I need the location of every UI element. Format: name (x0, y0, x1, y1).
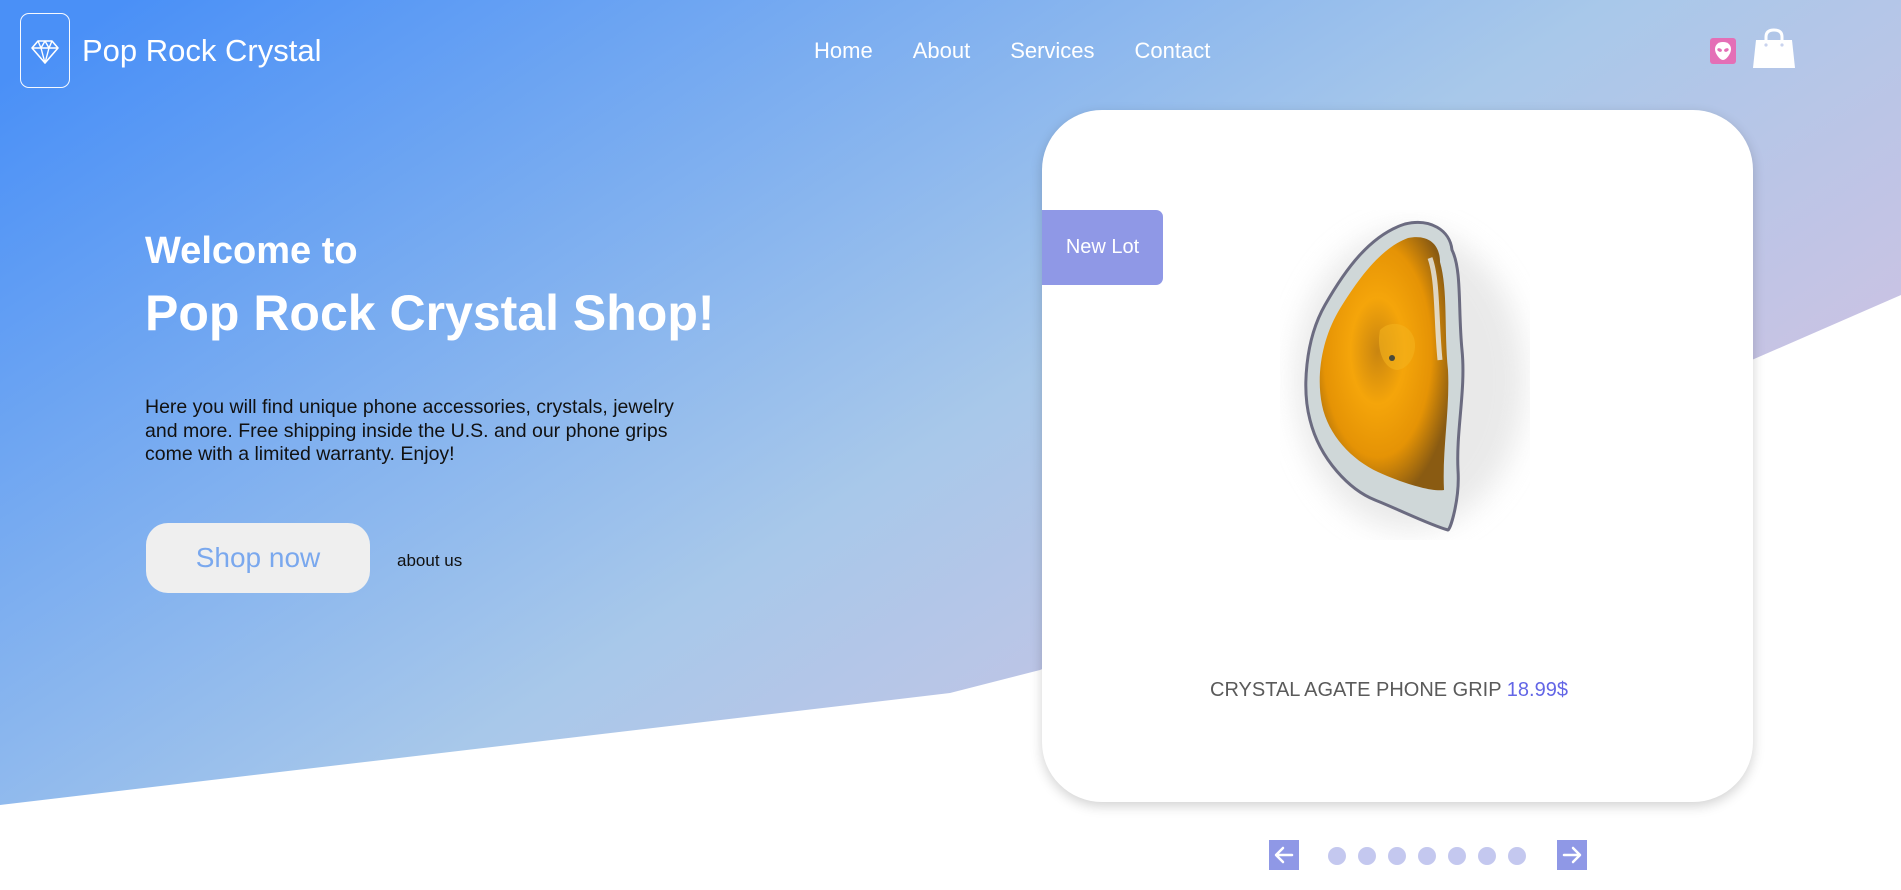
shop-now-button[interactable]: Shop now (146, 523, 370, 593)
carousel-dot-7[interactable] (1508, 847, 1526, 865)
carousel-dot-1[interactable] (1328, 847, 1346, 865)
nav-item-contact[interactable]: Contact (1135, 38, 1211, 64)
carousel-dot-3[interactable] (1388, 847, 1406, 865)
carousel-dot-5[interactable] (1448, 847, 1466, 865)
product-image[interactable] (1280, 210, 1530, 540)
product-caption: CRYSTAL AGATE PHONE GRIP 18.99$ (1210, 679, 1568, 702)
carousel-next-button[interactable] (1557, 840, 1587, 870)
main-nav: Home About Services Contact (814, 38, 1210, 64)
new-lot-badge: New Lot (1042, 210, 1163, 285)
hero-welcome: Welcome to (145, 230, 358, 272)
nav-item-about[interactable]: About (913, 38, 971, 64)
carousel-dots (1328, 847, 1526, 865)
carousel-prev-button[interactable] (1269, 840, 1299, 870)
alien-icon[interactable] (1710, 38, 1736, 64)
carousel-dot-4[interactable] (1418, 847, 1436, 865)
arrow-right-icon (1562, 846, 1582, 864)
about-us-link[interactable]: about us (397, 551, 462, 571)
arrow-left-icon (1274, 846, 1294, 864)
nav-item-home[interactable]: Home (814, 38, 873, 64)
brand-name[interactable]: Pop Rock Crystal (82, 33, 321, 69)
logo[interactable] (20, 13, 70, 88)
diamond-icon (31, 39, 59, 64)
shopping-bag-icon[interactable] (1751, 28, 1797, 70)
carousel-controls (1269, 840, 1587, 870)
hero-title: Pop Rock Crystal Shop! (145, 285, 715, 341)
hero-description: Here you will find unique phone accessor… (145, 396, 674, 465)
product-name: CRYSTAL AGATE PHONE GRIP (1210, 679, 1502, 701)
nav-item-services[interactable]: Services (1010, 38, 1094, 64)
product-price: 18.99$ (1506, 679, 1568, 701)
carousel-dot-2[interactable] (1358, 847, 1376, 865)
carousel-dot-6[interactable] (1478, 847, 1496, 865)
